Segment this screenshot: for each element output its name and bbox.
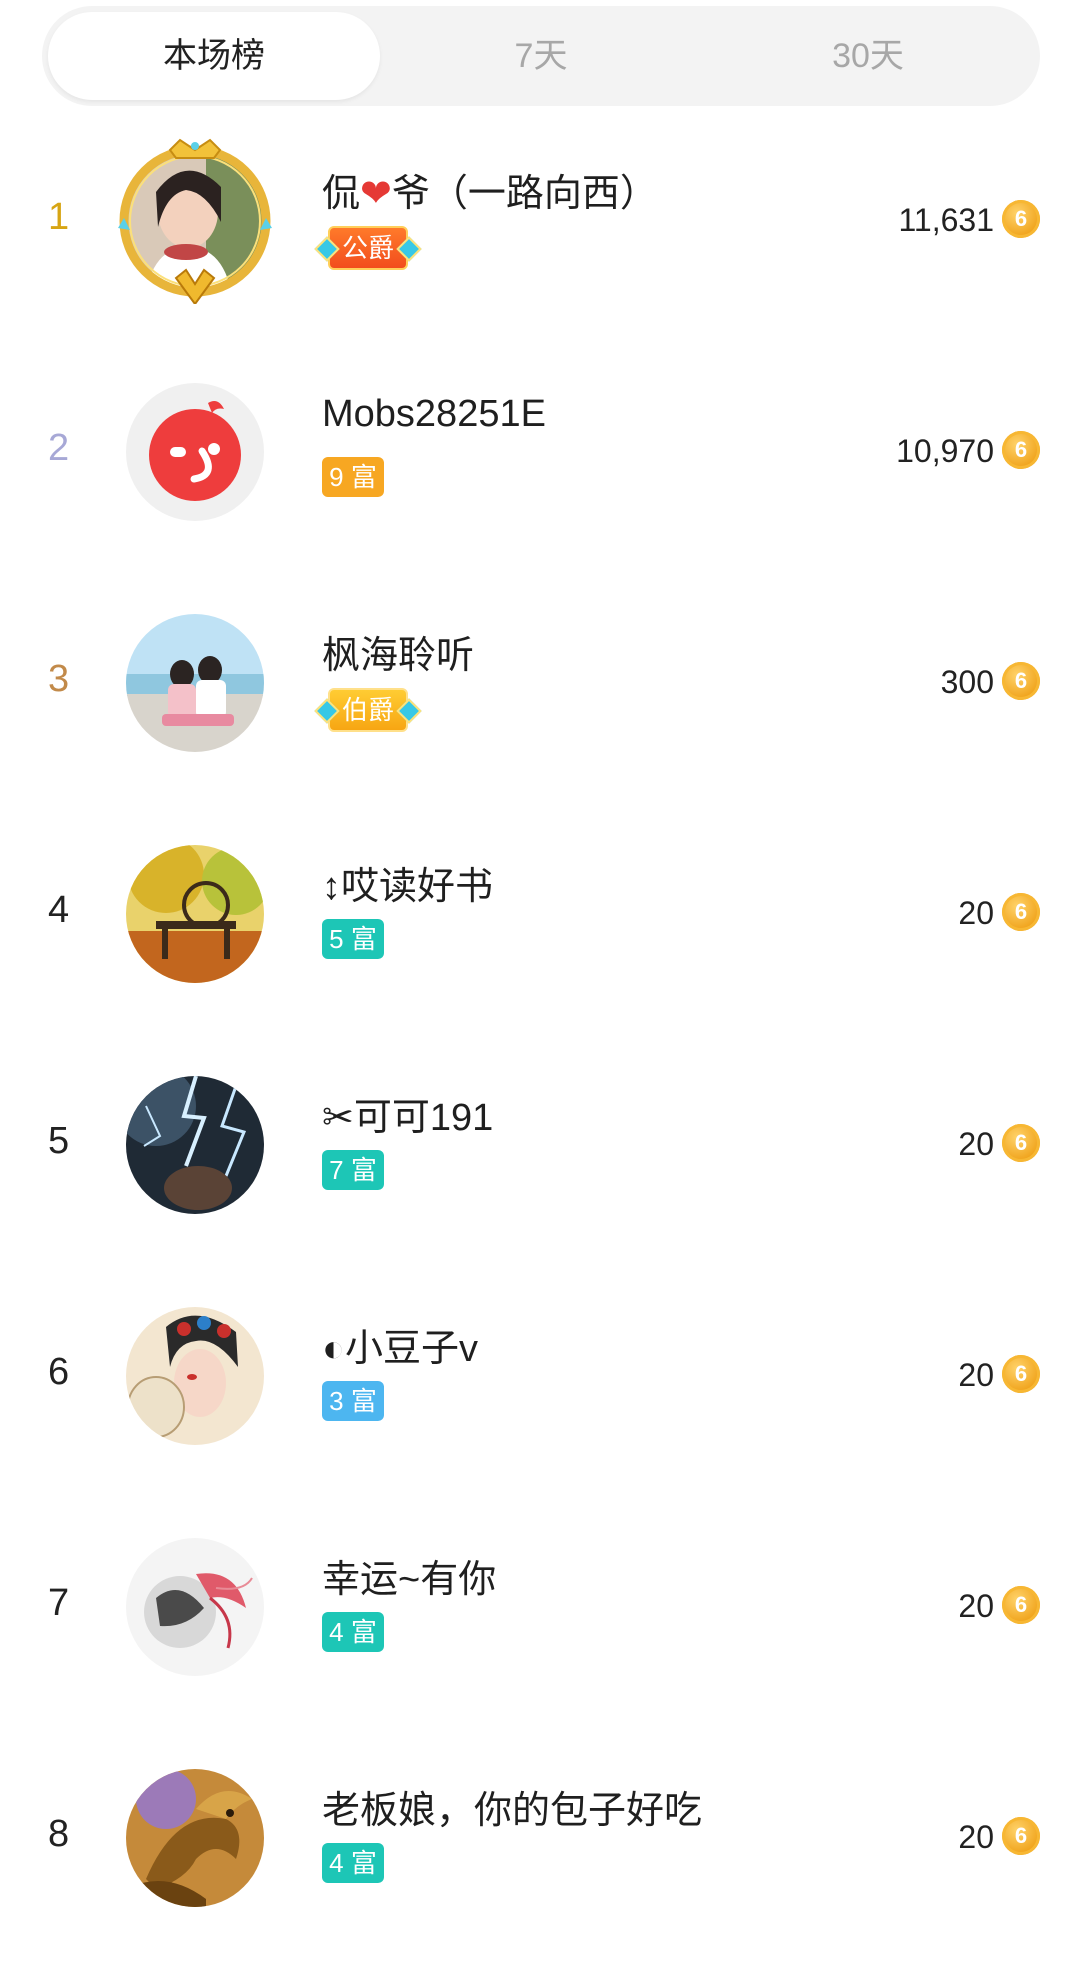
gem-icon [396, 698, 422, 724]
ranking-row[interactable]: 5 ✂可可191 7 富 20 6 [0, 1048, 1080, 1279]
wealth-level-badge: 7 富 [322, 1150, 384, 1190]
ranking-row[interactable]: 1 侃❤爷（一路向西） 公爵 11,631 6 [0, 124, 1080, 355]
coin-icon: 6 [1002, 431, 1040, 469]
avatar[interactable] [126, 152, 264, 290]
user-name: ↕哎读好书 [322, 866, 494, 908]
avatar[interactable] [126, 614, 264, 752]
contribution-score: 300 [940, 664, 994, 700]
avatar[interactable] [126, 1076, 264, 1214]
contribution-score: 10,970 [896, 433, 994, 469]
avatar[interactable] [126, 1307, 264, 1445]
coin-icon: 6 [1002, 893, 1040, 931]
user-name: 幸运~有你 [322, 1559, 497, 1601]
contribution-score: 20 [958, 1357, 994, 1393]
contribution-score: 11,631 [898, 202, 995, 238]
coin-icon: 6 [1002, 1124, 1040, 1162]
ranking-row[interactable]: 2 Mobs28251E 9 富 10,970 6 [0, 355, 1080, 586]
contribution-score: 20 [958, 895, 994, 931]
nobility-badge-duke: 公爵 [314, 226, 422, 270]
avatar[interactable] [126, 845, 264, 983]
coin-icon: 6 [1002, 662, 1040, 700]
user-name: ✂可可191 [322, 1097, 494, 1139]
rank-number: 3 [48, 658, 70, 700]
coin-icon: 6 [1002, 1817, 1040, 1855]
wealth-level-badge: 3 富 [322, 1381, 384, 1421]
tab-7-days[interactable]: 7天 [375, 12, 707, 100]
heart-icon: ❤ [360, 173, 392, 215]
badge-label: 伯爵 [342, 695, 395, 725]
contribution-score: 20 [958, 1819, 994, 1855]
coin-icon: 6 [1002, 1586, 1040, 1624]
rank-number: 5 [48, 1120, 70, 1162]
gem-icon [314, 236, 340, 262]
user-name: 枫海聆听 [322, 635, 475, 677]
avatar[interactable] [126, 1538, 264, 1676]
gem-icon [314, 698, 340, 724]
coin-icon: 6 [1002, 200, 1040, 238]
wealth-level-badge: 4 富 [322, 1612, 384, 1652]
rank-number: 2 [48, 427, 70, 469]
gem-icon [396, 236, 422, 262]
nobility-badge-earl: 伯爵 [314, 688, 422, 732]
wealth-level-badge: 5 富 [322, 919, 384, 959]
ranking-row[interactable]: 7 幸运~有你 4 富 20 6 [0, 1510, 1080, 1741]
contribution-score: 20 [958, 1126, 994, 1162]
wealth-level-badge: 9 富 [322, 457, 384, 497]
rank-number: 6 [48, 1351, 70, 1393]
avatar[interactable] [126, 383, 264, 521]
rank-number: 7 [48, 1582, 70, 1624]
user-name: Mobs28251E [322, 393, 546, 435]
rank-number: 4 [48, 889, 70, 931]
badge-label: 公爵 [342, 233, 395, 263]
tab-30-days[interactable]: 30天 [702, 12, 1034, 100]
tab-this-session[interactable]: 本场榜 [48, 12, 380, 100]
contribution-score: 20 [958, 1588, 994, 1624]
ranking-row[interactable]: 3 枫海聆听 伯爵 300 6 [0, 586, 1080, 817]
name-prefix: 侃 [322, 173, 361, 215]
user-name: 侃❤爷（一路向西） [322, 162, 658, 217]
range-tab-bar: 本场榜 7天 30天 [42, 6, 1040, 106]
rank-number: 1 [48, 196, 70, 238]
coin-icon: 6 [1002, 1355, 1040, 1393]
name-suffix: 爷（一路向西） [391, 173, 658, 215]
rank-number: 8 [48, 1813, 70, 1855]
wealth-level-badge: 4 富 [322, 1843, 384, 1883]
ranking-row[interactable]: 8 老板娘，你的包子好吃 4 富 20 6 [0, 1741, 1080, 1972]
avatar[interactable] [126, 1769, 264, 1907]
ranking-row[interactable]: 4 ↕哎读好书 5 富 20 6 [0, 817, 1080, 1048]
ranking-list: 1 侃❤爷（一路向西） 公爵 11,631 6 2 Mobs28251E 9 富… [0, 124, 1080, 1972]
user-name: 老板娘，你的包子好吃 [322, 1790, 703, 1832]
ranking-row[interactable]: 6 ◐小豆子v 3 富 20 6 [0, 1279, 1080, 1510]
user-name: ◐小豆子v [322, 1328, 478, 1370]
